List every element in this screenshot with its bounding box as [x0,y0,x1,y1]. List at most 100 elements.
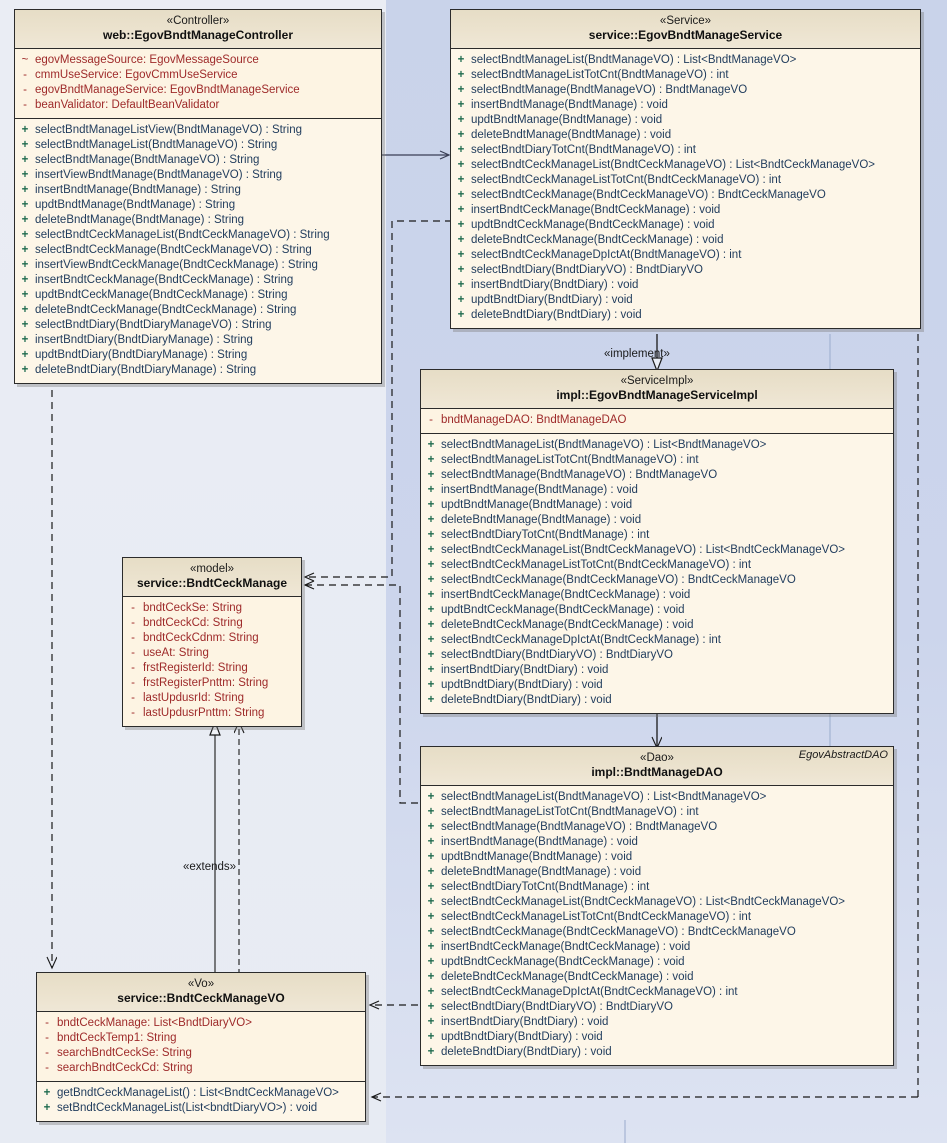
member-row: + selectBndtCeckManage(BndtCeckManageVO) … [451,188,920,203]
member-signature: insertBndtDiary(BndtDiaryManage) : Strin… [35,334,253,346]
member-signature: updtBndtDiary(BndtDiary) : void [471,294,633,306]
member-visibility: + [21,319,29,331]
member-row: + selectBndtDiaryTotCnt(BndtManageVO) : i… [451,143,920,158]
member-visibility: + [427,821,435,833]
member-visibility: + [427,679,435,691]
member-signature: frstRegisterId: String [143,662,248,674]
member-signature: selectBndtManage(BndtManageVO) : BndtMan… [441,821,718,833]
class-vo[interactable]: «Vo» service::BndtCeckManageVO - bndtCeck… [36,972,366,1122]
member-visibility: + [427,881,435,893]
member-signature: selectBndtCeckManageList(BndtCeckManageV… [471,159,875,171]
member-signature: deleteBndtManage(BndtManage) : void [471,129,672,141]
member-row: + selectBndtDiaryTotCnt(BndtManage) : int [421,880,893,895]
member-signature: deleteBndtManage(BndtManage) : void [441,866,642,878]
member-signature: selectBndtManageListTotCnt(BndtManageVO)… [441,806,699,818]
member-visibility: + [457,54,465,66]
member-signature: selectBndtDiaryTotCnt(BndtManage) : int [441,529,650,541]
class-service[interactable]: «Service» service::EgovBndtManageService… [450,9,921,329]
member-visibility: - [131,632,135,644]
member-signature: insertBndtManage(BndtManage) : void [471,99,668,111]
class-serviceimpl-attributes: - bndtManageDAO: BndtManageDAO [421,409,893,433]
class-dao[interactable]: EgovAbstractDAO «Dao» impl::BndtManageDA… [420,746,894,1066]
member-visibility: + [457,249,465,261]
member-row: + deleteBndtManage(BndtManage) : void [451,128,920,143]
member-signature: deleteBndtDiary(BndtDiaryManage) : Strin… [35,364,257,376]
member-visibility: - [45,1047,49,1059]
member-signature: updtBndtCeckManage(BndtCeckManage) : voi… [441,956,685,968]
member-signature: cmmUseService: EgovCmmUseService [35,69,238,81]
class-model[interactable]: «model» service::BndtCeckManage - bndtCec… [122,557,302,727]
member-signature: selectBndtCeckManage(BndtCeckManageVO) :… [441,574,796,586]
member-row: ~ egovMessageSource: EgovMessageSource [15,53,381,68]
member-visibility: - [429,414,433,426]
member-visibility: + [427,911,435,923]
member-visibility: + [427,589,435,601]
member-visibility: + [457,219,465,231]
class-service-operations: + selectBndtManageList(BndtManageVO) : Li… [451,49,920,328]
member-row: + updtBndtManage(BndtManage) : void [421,498,893,513]
member-signature: useAt: String [143,647,209,659]
member-row: + selectBndtManageListTotCnt(BndtManageVO… [421,805,893,820]
member-visibility: + [427,971,435,983]
member-row: + selectBndtCeckManageListTotCnt(BndtCeck… [421,910,893,925]
member-row: + insertBndtDiary(BndtDiary) : void [421,663,893,678]
member-visibility: + [427,1046,435,1058]
member-row: + selectBndtCeckManageDpIctAt(BndtCeckMan… [421,985,893,1000]
class-service-header: «Service» service::EgovBndtManageService [451,10,920,49]
member-row: + insertBndtCeckManage(BndtCeckManage) : … [451,203,920,218]
member-signature: bndtCeckCd: String [143,617,243,629]
member-visibility: + [457,114,465,126]
member-row: + getBndtCeckManageList() : List<BndtCeck… [37,1086,365,1101]
member-row: - bndtCeckTemp1: String [37,1031,365,1046]
member-visibility: + [457,99,465,111]
member-row: + selectBndtDiary(BndtDiaryVO) : BndtDiar… [421,1000,893,1015]
member-signature: bndtCeckSe: String [143,602,243,614]
member-visibility: + [427,574,435,586]
member-signature: insertBndtManage(BndtManage) : void [441,484,638,496]
member-signature: selectBndtManageList(BndtManageVO) : Lis… [441,791,767,803]
member-row: + insertViewBndtCeckManage(BndtCeckManage… [15,258,381,273]
member-row: + updtBndtManage(BndtManage) : String [15,198,381,213]
member-row: - cmmUseService: EgovCmmUseService [15,68,381,83]
member-visibility: + [457,189,465,201]
class-serviceimpl[interactable]: «ServiceImpl» impl::EgovBndtManageServic… [420,369,894,714]
member-signature: lastUpdusrPnttm: String [143,707,265,719]
member-signature: updtBndtDiary(BndtDiary) : void [441,1031,603,1043]
member-visibility: + [457,84,465,96]
member-visibility: + [427,694,435,706]
class-controller-attributes: ~ egovMessageSource: EgovMessageSource - cm… [15,49,381,118]
member-row: + selectBndtCeckManageList(BndtCeckManage… [421,543,893,558]
member-visibility: + [427,866,435,878]
member-signature: deleteBndtDiary(BndtDiary) : void [471,309,642,321]
member-visibility: + [21,274,29,286]
member-visibility: + [21,259,29,271]
member-visibility: + [427,484,435,496]
member-row: + deleteBndtDiary(BndtDiary) : void [451,308,920,323]
member-signature: insertBndtCeckManage(BndtCeckManage) : v… [471,204,721,216]
member-visibility: + [21,244,29,256]
member-visibility: - [131,617,135,629]
member-signature: updtBndtManage(BndtManage) : void [471,114,663,126]
member-row: + updtBndtCeckManage(BndtCeckManage) : vo… [421,603,893,618]
member-row: - frstRegisterId: String [123,661,301,676]
class-controller[interactable]: «Controller» web::EgovBndtManageControll… [14,9,382,384]
member-row: + selectBndtManage(BndtManageVO) : BndtMa… [421,820,893,835]
member-signature: selectBndtCeckManageListTotCnt(BndtCeckM… [441,911,752,923]
member-signature: frstRegisterPnttm: String [143,677,269,689]
member-visibility: + [427,1016,435,1028]
member-signature: egovBndtManageService: EgovBndtManageSer… [35,84,300,96]
member-row: - bndtCeckCdnm: String [123,631,301,646]
class-controller-operations: + selectBndtManageListView(BndtManageVO) … [15,118,381,383]
member-row: + updtBndtDiary(BndtDiary) : void [451,293,920,308]
member-signature: bndtManageDAO: BndtManageDAO [441,414,627,426]
member-row: + setBndtCeckManageList(List<bndtDiaryVO>… [37,1101,365,1116]
member-visibility: - [23,84,27,96]
member-row: + updtBndtDiary(BndtDiary) : void [421,678,893,693]
member-visibility: + [427,619,435,631]
member-signature: selectBndtManage(BndtManageVO) : String [35,154,260,166]
member-row: + selectBndtDiary(BndtDiaryVO) : BndtDiar… [451,263,920,278]
member-row: + insertBndtManage(BndtManage) : void [451,98,920,113]
member-visibility: + [427,649,435,661]
member-visibility: + [43,1102,51,1114]
member-visibility: + [427,956,435,968]
